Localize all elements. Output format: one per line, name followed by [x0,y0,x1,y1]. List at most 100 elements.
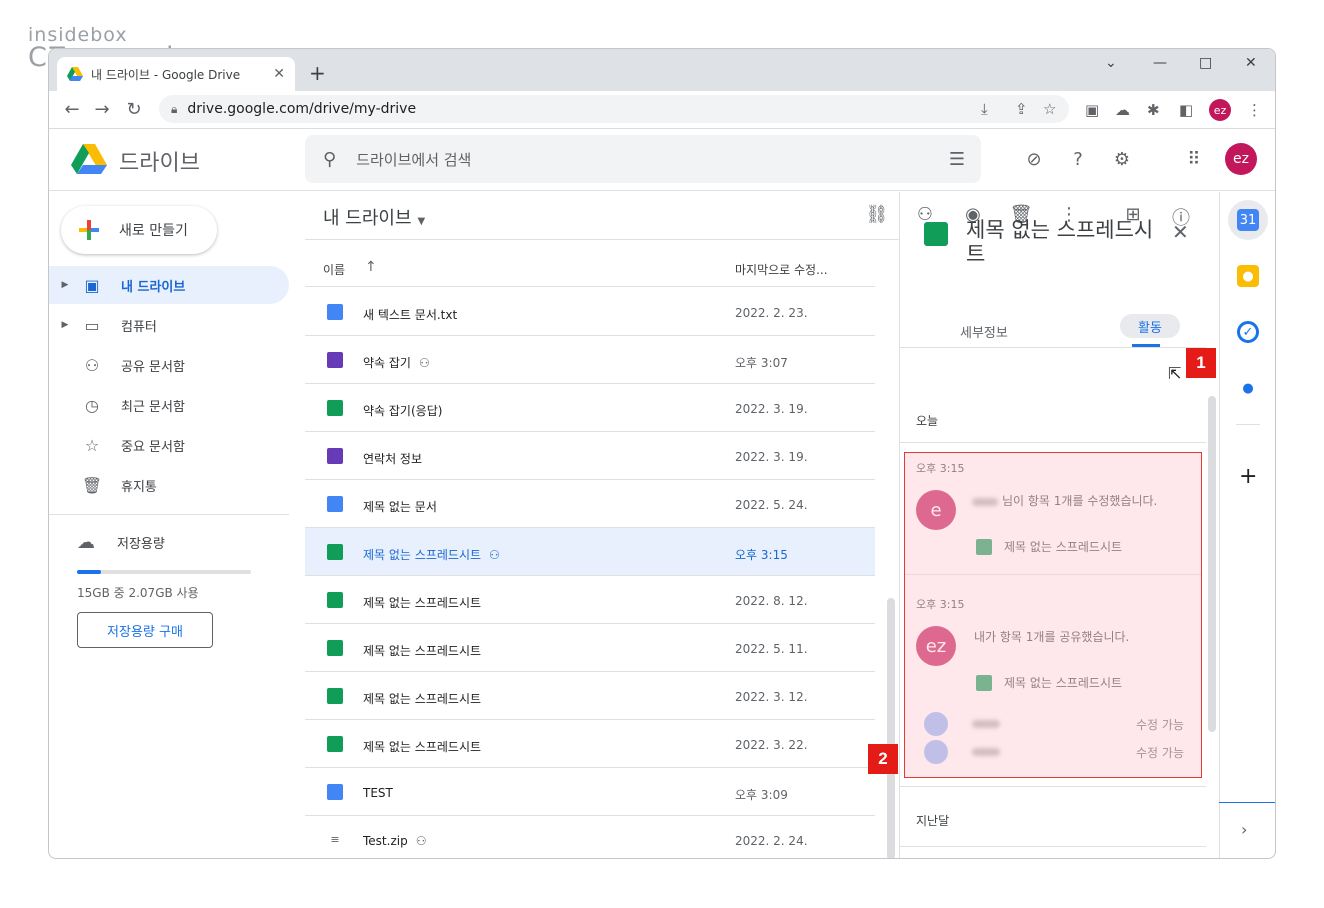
calendar-icon[interactable]: 31 [1237,209,1259,231]
table-row[interactable]: 새 텍스트 문서.txt 2022. 2. 23. [305,288,875,336]
details-divider [900,786,1206,787]
contacts-icon[interactable]: ● [1237,377,1259,399]
tab-bar: 내 드라이브 - Google Drive ✕ + ⌄ — □ ✕ [49,49,1275,91]
search-input[interactable]: 드라이브에서 검색 [356,149,949,170]
table-row[interactable]: 제목 없는 스프레드시트 2022. 3. 22. [305,720,875,768]
table-row[interactable]: 약속 잡기 ⚇ 오후 3:07 [305,336,875,384]
sheet-file-icon [327,688,343,704]
browser-window: 내 드라이브 - Google Drive ✕ + ⌄ — □ ✕ ← → ↻ … [48,48,1276,859]
sort-arrow-icon[interactable]: ↑ [365,259,377,275]
drive-icon: ▣ [84,275,100,295]
table-row[interactable]: 제목 없는 스프레드시트 2022. 3. 12. [305,672,875,720]
tab-close-icon[interactable]: ✕ [273,66,285,82]
tab-details[interactable]: 세부정보 [960,322,1008,341]
offline-ready-icon[interactable]: ⊘ [1023,149,1045,170]
maximize-button[interactable]: □ [1199,55,1212,71]
table-row[interactable]: 제목 없는 스프레드시트 2022. 8. 12. [305,576,875,624]
file-modified-date: 오후 3:15 [735,548,788,562]
keep-icon[interactable]: ● [1237,265,1259,287]
file-modified-date: 2022. 2. 24. [735,834,808,848]
table-row[interactable]: 제목 없는 스프레드시트 ⚇ 오후 3:15 [305,528,875,576]
sidebar-item-recent[interactable]: ◷ 최근 문서함 [49,386,289,424]
side-panel-icon[interactable]: ◧ [1179,101,1193,119]
details-title: 제목 없는 스프레드시트 [966,218,1154,266]
new-button[interactable]: 새로 만들기 [61,206,217,254]
search-bar[interactable]: ⚲ 드라이브에서 검색 ☰ [305,135,981,183]
side-apps-rail: 31 ● ✓ ● + › [1219,192,1275,858]
account-avatar[interactable]: ez [1225,143,1257,175]
back-icon[interactable]: ← [61,99,83,120]
chevron-right-icon[interactable]: › [1241,820,1247,839]
file-name: 약속 잡기 ⚇ [363,356,430,370]
install-app-icon[interactable]: ⤓ [981,100,988,118]
cloud-icon[interactable]: ☁ [1115,101,1130,119]
file-modified-date: 2022. 3. 22. [735,738,808,752]
star-icon: ☆ [84,435,100,455]
table-row[interactable]: ≡ Test.zip ⚇ 2022. 2. 24. [305,816,875,858]
new-button-label: 새로 만들기 [119,223,188,239]
computer-icon: ▭ [84,315,100,335]
sidebar-item-starred[interactable]: ☆ 중요 문서함 [49,426,289,464]
file-name: 제목 없는 스프레드시트 [363,692,482,706]
minimize-button[interactable]: — [1153,55,1167,71]
tab-activity[interactable]: 활동 [1120,314,1180,338]
close-window-button[interactable]: ✕ [1245,55,1257,71]
file-name: 연락처 정보 [363,452,423,466]
table-row[interactable]: TEST 오후 3:09 [305,768,875,816]
buy-storage-button[interactable]: 저장용량 구매 [77,612,213,648]
storage-link[interactable]: ☁ 저장용량 [77,532,165,553]
bookmark-star-icon[interactable]: ☆ [1043,100,1056,118]
form-file-icon [327,352,343,368]
zip-file-icon: ≡ [330,833,340,846]
file-modified-date: 2022. 5. 24. [735,498,808,512]
extension-1-icon[interactable]: ▣ [1085,101,1099,119]
active-tab-indicator [1132,344,1160,347]
tab-search-icon[interactable]: ⌄ [1105,55,1117,71]
drive-brand[interactable]: 드라이브 [119,145,200,177]
details-scrollbar[interactable] [1208,396,1216,732]
add-addon-icon[interactable]: + [1239,464,1257,489]
drive-app: 드라이브 ⚲ 드라이브에서 검색 ☰ ⊘ ? ⚙ ⠿ ez 새로 만들기 ▶ ▣… [49,129,1275,858]
txt-file-icon [327,304,343,320]
column-modified[interactable]: 마지막으로 수정... [735,261,828,278]
drive-logo-icon[interactable] [71,143,107,175]
file-list-scrollbar[interactable] [887,598,895,858]
sidebar-item-computers[interactable]: ▶ ▭ 컴퓨터 [49,306,289,344]
table-row[interactable]: 연락처 정보 2022. 3. 19. [305,432,875,480]
new-tab-button[interactable]: + [309,61,326,85]
browser-tab[interactable]: 내 드라이브 - Google Drive ✕ [57,57,295,91]
sidebar-item-my-drive[interactable]: ▶ ▣ 내 드라이브 [49,266,289,304]
file-list-panel: 내 드라이브 ▼ ⛓ ⚇ ◉ 🗑︎ ⋮ ⊞ ⓘ 이름 ↑ 마지막으로 수정... … [305,192,1190,858]
extensions-puzzle-icon[interactable]: ✱ [1147,101,1160,119]
column-header: 이름 ↑ 마지막으로 수정... [305,241,875,287]
tasks-icon[interactable]: ✓ [1237,321,1259,343]
apps-grid-icon[interactable]: ⠿ [1183,149,1205,170]
reload-icon[interactable]: ↻ [123,99,145,120]
breadcrumb[interactable]: 내 드라이브 ▼ [323,204,425,230]
url-input[interactable]: 🔒︎ drive.google.com/drive/my-drive ⤓ ⇪ ☆ [159,95,1069,123]
close-icon[interactable]: ✕ [1172,220,1189,244]
settings-gear-icon[interactable]: ⚙ [1111,149,1133,170]
table-row[interactable]: 약속 잡기(응답) 2022. 3. 19. [305,384,875,432]
search-options-icon[interactable]: ☰ [949,149,965,170]
sidebar-item-label: 공유 문서함 [121,359,185,375]
table-row[interactable]: 제목 없는 문서 2022. 5. 24. [305,480,875,528]
browser-menu-icon[interactable]: ⋮ [1247,101,1262,119]
link-icon[interactable]: ⛓ [865,204,889,225]
expand-arrow-icon[interactable]: ▶ [57,320,73,330]
help-icon[interactable]: ? [1067,149,1089,170]
browser-profile-avatar[interactable]: ez [1209,99,1231,121]
clock-icon: ◷ [85,395,99,415]
share-icon[interactable]: ⇪ [1015,100,1028,118]
sidebar-item-trash[interactable]: 🗑︎ 휴지통 [49,466,289,504]
storage-progress-fill [77,570,101,574]
sidebar-item-shared[interactable]: ⚇ 공유 문서함 [49,346,289,384]
annotation-badge-1: 1 [1186,348,1216,378]
file-modified-date: 오후 3:07 [735,356,788,370]
table-row[interactable]: 제목 없는 스프레드시트 2022. 5. 11. [305,624,875,672]
expand-arrow-icon[interactable]: ▶ [57,280,73,290]
breadcrumb-label: 내 드라이브 [323,208,412,229]
forward-icon[interactable]: → [91,99,113,120]
search-icon[interactable]: ⚲ [323,149,336,170]
column-name[interactable]: 이름 [323,261,345,278]
